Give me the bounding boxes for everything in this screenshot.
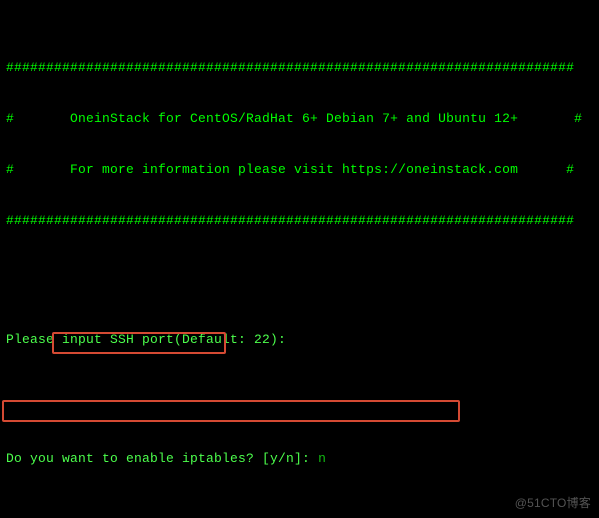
blank-line [6, 382, 593, 399]
banner-border-top: ########################################… [6, 59, 593, 76]
blank-line [6, 263, 593, 280]
banner-line-2: # For more information please visit http… [6, 161, 593, 178]
ssh-port-prompt: Please input SSH port(Default: 22): [6, 331, 593, 348]
iptables-answer: n [318, 451, 326, 466]
iptables-prompt: Do you want to enable iptables? [y/n]: n [6, 450, 593, 467]
banner-border-bottom: ########################################… [6, 212, 593, 229]
watermark: @51CTO博客 [515, 495, 591, 512]
banner-line-1: # OneinStack for CentOS/RadHat 6+ Debian… [6, 110, 593, 127]
blank-line [6, 501, 593, 518]
terminal[interactable]: ########################################… [0, 0, 599, 518]
highlight-number-prompt [2, 400, 460, 422]
